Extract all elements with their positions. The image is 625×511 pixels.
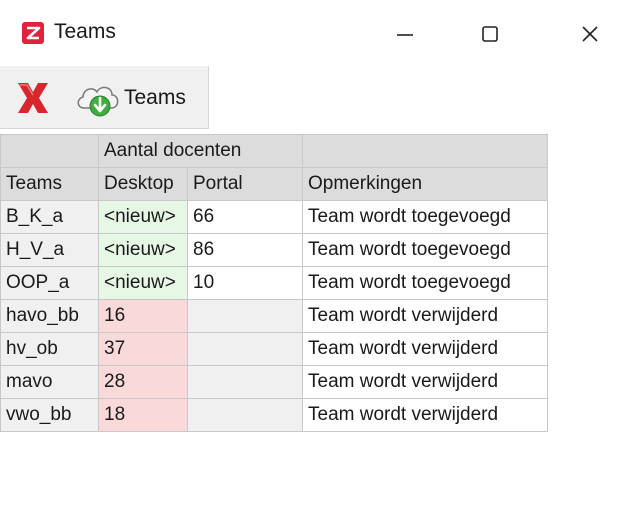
cancel-button[interactable] bbox=[14, 80, 52, 116]
team-cell[interactable]: havo_bb bbox=[0, 299, 99, 333]
portal-cell[interactable]: 66 bbox=[187, 200, 303, 234]
app-icon bbox=[22, 22, 44, 44]
cloud-download-icon bbox=[77, 86, 119, 117]
remark-cell[interactable]: Team wordt verwijderd bbox=[302, 398, 548, 432]
close-button[interactable] bbox=[560, 12, 620, 56]
team-cell[interactable]: OOP_a bbox=[0, 266, 99, 300]
table-row[interactable]: havo_bb 16 Team wordt verwijderd bbox=[0, 299, 548, 333]
group-header-row: Aantal docenten bbox=[0, 134, 548, 168]
desktop-cell[interactable]: 16 bbox=[98, 299, 188, 333]
column-header-portal[interactable]: Portal bbox=[187, 167, 303, 201]
teams-button-label: Teams bbox=[124, 86, 186, 109]
table-row[interactable]: hv_ob 37 Team wordt verwijderd bbox=[0, 332, 548, 366]
team-cell[interactable]: H_V_a bbox=[0, 233, 99, 267]
portal-cell[interactable] bbox=[187, 332, 303, 366]
portal-cell[interactable] bbox=[187, 365, 303, 399]
teams-download-button[interactable]: Teams bbox=[74, 78, 186, 118]
desktop-cell[interactable]: 18 bbox=[98, 398, 188, 432]
column-header-desktop[interactable]: Desktop bbox=[98, 167, 188, 201]
remark-cell[interactable]: Team wordt toegevoegd bbox=[302, 266, 548, 300]
desktop-cell[interactable]: <nieuw> bbox=[98, 233, 188, 267]
remark-cell[interactable]: Team wordt verwijderd bbox=[302, 299, 548, 333]
maximize-button[interactable] bbox=[460, 12, 520, 56]
column-header-opmerkingen[interactable]: Opmerkingen bbox=[302, 167, 548, 201]
toolbar: Teams bbox=[0, 66, 209, 129]
column-header-row: Teams Desktop Portal Opmerkingen bbox=[0, 167, 548, 201]
remark-cell[interactable]: Team wordt verwijderd bbox=[302, 332, 548, 366]
minimize-button[interactable] bbox=[375, 12, 435, 56]
team-cell[interactable]: mavo bbox=[0, 365, 99, 399]
teams-grid: Aantal docenten Teams Desktop Portal Opm… bbox=[0, 134, 548, 432]
title-bar: Teams bbox=[0, 0, 625, 64]
portal-cell[interactable] bbox=[187, 398, 303, 432]
group-header-aantal-docenten: Aantal docenten bbox=[98, 134, 303, 168]
desktop-cell[interactable]: <nieuw> bbox=[98, 200, 188, 234]
minimize-icon bbox=[397, 34, 413, 36]
portal-cell[interactable]: 86 bbox=[187, 233, 303, 267]
team-cell[interactable]: B_K_a bbox=[0, 200, 99, 234]
table-row[interactable]: vwo_bb 18 Team wordt verwijderd bbox=[0, 398, 548, 432]
maximize-icon bbox=[482, 26, 498, 42]
table-row[interactable]: OOP_a <nieuw> 10 Team wordt toegevoegd bbox=[0, 266, 548, 300]
portal-cell[interactable] bbox=[187, 299, 303, 333]
remark-cell[interactable]: Team wordt toegevoegd bbox=[302, 200, 548, 234]
team-cell[interactable]: hv_ob bbox=[0, 332, 99, 366]
desktop-cell[interactable]: 37 bbox=[98, 332, 188, 366]
desktop-cell[interactable]: <nieuw> bbox=[98, 266, 188, 300]
red-x-icon bbox=[18, 83, 48, 113]
group-header-empty bbox=[302, 134, 548, 168]
remark-cell[interactable]: Team wordt verwijderd bbox=[302, 365, 548, 399]
window-title: Teams bbox=[54, 20, 116, 43]
column-header-teams[interactable]: Teams bbox=[0, 167, 99, 201]
team-cell[interactable]: vwo_bb bbox=[0, 398, 99, 432]
desktop-cell[interactable]: 28 bbox=[98, 365, 188, 399]
table-row[interactable]: H_V_a <nieuw> 86 Team wordt toegevoegd bbox=[0, 233, 548, 267]
remark-cell[interactable]: Team wordt toegevoegd bbox=[302, 233, 548, 267]
table-row[interactable]: mavo 28 Team wordt verwijderd bbox=[0, 365, 548, 399]
portal-cell[interactable]: 10 bbox=[187, 266, 303, 300]
table-row[interactable]: B_K_a <nieuw> 66 Team wordt toegevoegd bbox=[0, 200, 548, 234]
corner-cell bbox=[0, 134, 99, 168]
close-icon bbox=[582, 26, 598, 42]
